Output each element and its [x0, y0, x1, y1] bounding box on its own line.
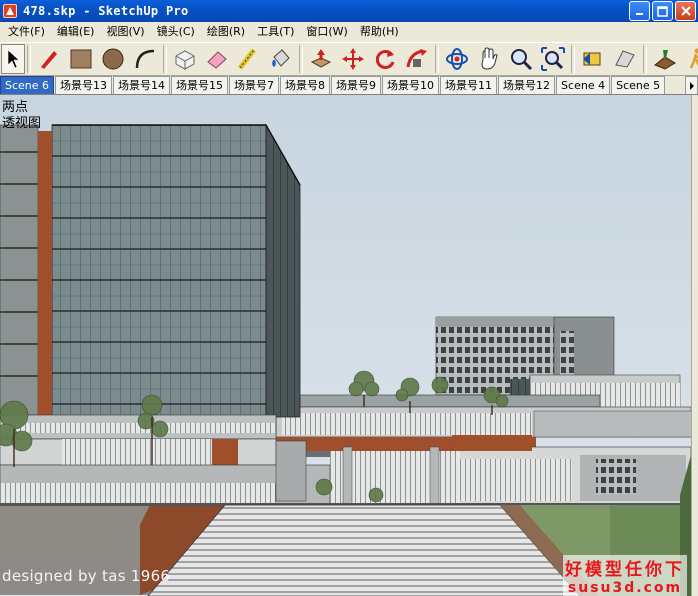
rectangle-tool-icon	[70, 49, 92, 69]
sandbox-tool-button[interactable]	[649, 44, 681, 74]
toolbar-separator	[163, 45, 167, 73]
maximize-icon	[657, 5, 668, 17]
toolbar-separator	[435, 45, 439, 73]
window-title: 478.skp - SketchUp Pro	[23, 4, 189, 18]
tape-measure-tool-icon	[238, 48, 256, 70]
maximize-button[interactable]	[652, 1, 673, 21]
push-pull-tool-icon	[310, 49, 332, 68]
menu-bar: 文件(F) 编辑(E) 视图(V) 镜头(C) 绘图(R) 工具(T) 窗口(W…	[0, 22, 698, 42]
title-bar: 478.skp - SketchUp Pro	[0, 0, 698, 22]
menu-file[interactable]: 文件(F)	[2, 23, 51, 41]
zoom-extents-icon	[541, 47, 565, 71]
scene-tab[interactable]: 场景号12	[498, 76, 556, 94]
pan-tool-icon	[481, 47, 498, 70]
site-watermark: 好模型任你下 susu3d.com	[563, 555, 687, 596]
scene-tab[interactable]: Scene 6	[0, 76, 55, 94]
rotate-tool-icon	[375, 50, 395, 69]
designer-signature: designed by tas 1966	[2, 567, 171, 585]
toolbar-separator	[27, 45, 31, 73]
follow-me-tool-button[interactable]	[401, 44, 433, 74]
zoom-tool-icon	[511, 49, 533, 71]
previous-view-button[interactable]	[577, 44, 609, 74]
arc-tool-button[interactable]	[129, 44, 161, 74]
chevron-right-icon	[689, 81, 694, 90]
scene-tab[interactable]: 场景号14	[113, 76, 171, 94]
menu-view[interactable]: 视图(V)	[100, 23, 150, 41]
model-render	[0, 95, 691, 596]
watermark-chinese: 好模型任你下	[563, 555, 687, 580]
follow-me-tool-icon	[406, 49, 427, 68]
toolbar-separator	[299, 45, 303, 73]
move-tool-button[interactable]	[337, 44, 369, 74]
move-tool-icon	[342, 48, 364, 70]
scene-tab[interactable]: 场景号8	[280, 76, 331, 94]
paint-bucket-tool-button[interactable]	[265, 44, 297, 74]
minimize-button[interactable]	[629, 1, 650, 21]
circle-tool-icon	[102, 48, 124, 70]
model-viewport[interactable]: 两点 透视图 designed by tas 1966 好模型任你下 susu3…	[0, 95, 691, 596]
push-pull-tool-button[interactable]	[305, 44, 337, 74]
menu-help[interactable]: 帮助(H)	[354, 23, 405, 41]
next-view-icon	[615, 50, 635, 68]
scene-tab[interactable]: Scene 5	[611, 76, 666, 94]
vertical-scrollbar[interactable]	[691, 95, 698, 596]
close-icon	[680, 6, 691, 16]
menu-tools[interactable]: 工具(T)	[251, 23, 300, 41]
sandbox-tool-icon	[654, 50, 676, 70]
pencil-line-tool-icon	[40, 51, 57, 70]
arc-tool-icon	[135, 49, 155, 69]
circle-tool-button[interactable]	[97, 44, 129, 74]
previous-view-icon	[583, 52, 601, 66]
scene-tab[interactable]: 场景号9	[331, 76, 382, 94]
sketchup-app-icon[interactable]	[3, 4, 17, 18]
perspective-label: 两点	[2, 100, 29, 115]
pan-tool-button[interactable]	[473, 44, 505, 74]
make-component-button[interactable]	[169, 44, 201, 74]
toolbar-separator	[571, 45, 575, 73]
perspective-label-sub: 透视图	[2, 116, 42, 131]
eraser-tool-button[interactable]	[201, 44, 233, 74]
orbit-tool-icon	[446, 48, 468, 70]
toolbar-separator	[643, 45, 647, 73]
zoom-tool-button[interactable]	[505, 44, 537, 74]
main-toolbar	[0, 42, 698, 76]
walk-tool-button[interactable]	[681, 44, 698, 74]
orbit-tool-button[interactable]	[441, 44, 473, 74]
scene-tab[interactable]: 场景号7	[229, 76, 280, 94]
select-tool-icon	[7, 49, 20, 69]
make-component-icon	[175, 50, 195, 70]
eraser-tool-icon	[207, 51, 227, 69]
next-view-button[interactable]	[609, 44, 641, 74]
rectangle-tool-button[interactable]	[65, 44, 97, 74]
line-tool-button[interactable]	[33, 44, 65, 74]
scene-tab[interactable]: Scene 4	[556, 76, 611, 94]
scene-scroll-right-button[interactable]	[685, 76, 698, 94]
menu-window[interactable]: 窗口(W)	[300, 23, 353, 41]
paint-bucket-tool-icon	[272, 49, 290, 67]
menu-camera[interactable]: 镜头(C)	[151, 23, 201, 41]
tape-measure-tool-button[interactable]	[233, 44, 265, 74]
scene-tab[interactable]: 场景号10	[382, 76, 440, 94]
select-tool-button[interactable]	[1, 44, 25, 74]
walk-tool-icon	[689, 48, 698, 69]
minimize-icon	[635, 13, 643, 15]
scene-tab[interactable]: 场景号13	[55, 76, 113, 94]
close-button[interactable]	[675, 1, 696, 21]
menu-draw[interactable]: 绘图(R)	[201, 23, 251, 41]
watermark-url: susu3d.com	[563, 580, 687, 596]
menu-edit[interactable]: 编辑(E)	[51, 23, 101, 41]
scene-tab-bar: Scene 6 场景号13 场景号14 场景号15 场景号7 场景号8 场景号9…	[0, 76, 698, 95]
scene-tab[interactable]: 场景号15	[171, 76, 229, 94]
scene-tab[interactable]: 场景号11	[440, 76, 498, 94]
zoom-extents-button[interactable]	[537, 44, 569, 74]
rotate-tool-button[interactable]	[369, 44, 401, 74]
